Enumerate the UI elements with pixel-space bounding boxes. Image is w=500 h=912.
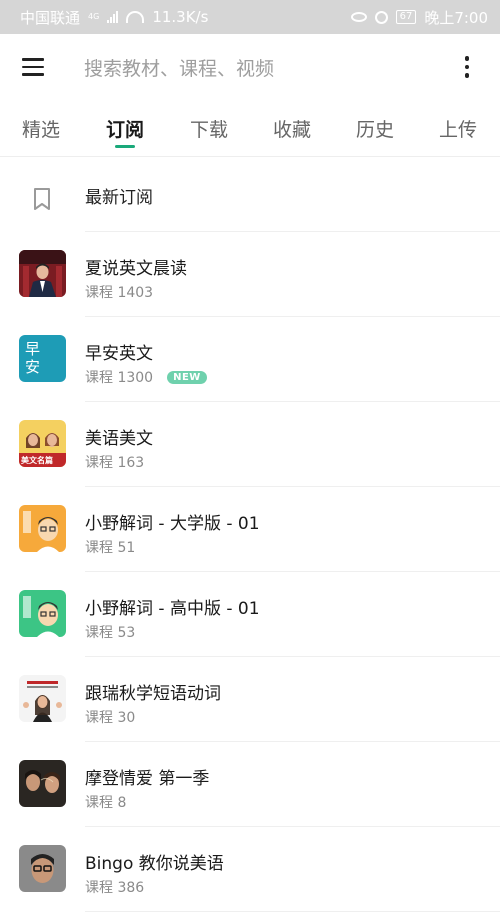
course-item[interactable]: 夏说英文晨读 课程 1403 — [0, 232, 500, 317]
course-title: 美语美文 — [85, 429, 153, 449]
course-count-text: 课程 53 — [85, 625, 136, 641]
status-left: 中国联通 4G 11.3K/s — [20, 7, 208, 28]
tab-featured[interactable]: 精选 — [22, 100, 60, 156]
latest-subscriptions-label: 最新订阅 — [85, 188, 153, 208]
course-cover: 美文名篇 — [19, 420, 66, 467]
network-type: 4G — [88, 12, 100, 21]
course-cover — [19, 760, 66, 807]
latest-subscriptions-row[interactable]: 最新订阅 — [0, 157, 500, 232]
clock: 晚上7:00 — [424, 8, 488, 27]
course-item[interactable]: Bingo 教你说美语 课程 386 — [0, 827, 500, 912]
course-count: 课程 30 — [85, 707, 135, 727]
course-count: 课程 8 — [85, 792, 126, 812]
course-cover — [19, 675, 66, 722]
course-title: Bingo 教你说美语 — [85, 854, 224, 874]
cover-text: 美文名篇 — [21, 456, 53, 465]
alarm-icon — [374, 10, 388, 24]
course-cover — [19, 250, 66, 297]
course-cover — [19, 845, 66, 892]
course-item[interactable]: 跟瑞秋学短语动词 课程 30 — [0, 657, 500, 742]
course-count: 课程 1300 NEW — [85, 367, 207, 387]
course-title: 小野解词 - 高中版 - 01 — [85, 599, 260, 619]
menu-icon[interactable] — [22, 58, 44, 76]
tab-favorites[interactable]: 收藏 — [273, 100, 311, 156]
eye-icon — [350, 12, 367, 22]
course-title: 夏说英文晨读 — [85, 259, 187, 279]
search-input[interactable]: 搜索教材、课程、视频 — [84, 54, 464, 81]
course-cover — [19, 505, 66, 552]
course-count-text: 课程 30 — [85, 710, 136, 726]
course-list: 夏说英文晨读 课程 1403 早安 早安英文 课程 1300 NEW 美文名篇 … — [0, 232, 500, 912]
course-title: 早安英文 — [85, 344, 153, 364]
status-right: 67 晚上7:00 — [350, 7, 488, 28]
signal-icon — [107, 11, 119, 23]
course-count: 课程 1403 — [85, 282, 153, 302]
hotspot-icon — [126, 11, 145, 23]
more-options-icon[interactable] — [464, 56, 470, 78]
active-tab-indicator — [115, 145, 135, 148]
course-item[interactable]: 美文名篇 美语美文 课程 163 — [0, 402, 500, 487]
tab-downloads[interactable]: 下载 — [190, 100, 228, 156]
new-badge: NEW — [167, 370, 207, 384]
cover-text: 早安 — [25, 340, 41, 376]
carrier-label: 中国联通 — [20, 8, 81, 27]
course-count: 课程 51 — [85, 537, 135, 557]
course-item[interactable]: 小野解词 - 高中版 - 01 课程 53 — [0, 572, 500, 657]
course-item[interactable]: 摩登情爱 第一季 课程 8 — [0, 742, 500, 827]
course-count-text: 课程 386 — [85, 880, 145, 896]
course-count-text: 课程 51 — [85, 540, 136, 556]
course-count-text: 课程 8 — [85, 795, 127, 811]
bookmark-icon — [0, 157, 85, 232]
course-title: 小野解词 - 大学版 - 01 — [85, 514, 260, 534]
course-title: 跟瑞秋学短语动词 — [85, 684, 221, 704]
course-item[interactable]: 小野解词 - 大学版 - 01 课程 51 — [0, 487, 500, 572]
tab-upload[interactable]: 上传 — [439, 100, 477, 156]
tab-history[interactable]: 历史 — [356, 100, 394, 156]
course-item[interactable]: 早安 早安英文 课程 1300 NEW — [0, 317, 500, 402]
course-count-text: 课程 163 — [85, 455, 145, 471]
course-title: 摩登情爱 第一季 — [85, 769, 210, 789]
course-cover — [19, 590, 66, 637]
course-count: 课程 53 — [85, 622, 135, 642]
app-bar: 搜索教材、课程、视频 — [0, 34, 500, 100]
tab-bar: 精选 订阅 下载 收藏 历史 上传 — [0, 100, 500, 157]
course-count: 课程 163 — [85, 452, 144, 472]
status-bar: 中国联通 4G 11.3K/s 67 晚上7:00 — [0, 0, 500, 34]
battery-icon: 67 — [395, 10, 417, 24]
network-speed: 11.3K/s — [152, 8, 209, 26]
course-cover: 早安 — [19, 335, 66, 382]
course-count-text: 课程 1300 — [85, 370, 154, 386]
course-count: 课程 386 — [85, 877, 144, 897]
course-count-text: 课程 1403 — [85, 285, 154, 301]
